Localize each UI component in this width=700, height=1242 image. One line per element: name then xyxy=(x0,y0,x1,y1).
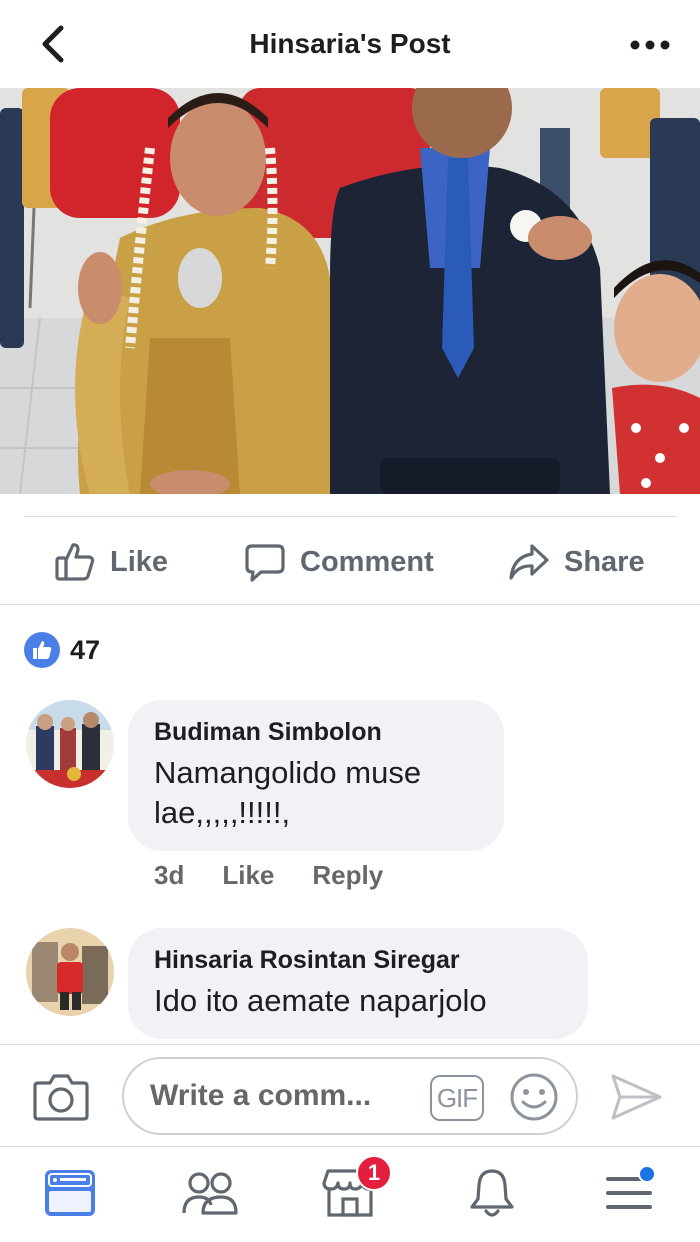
comment-composer: Write a comm... GIF xyxy=(0,1044,700,1146)
emoji-button[interactable] xyxy=(508,1071,560,1123)
send-button[interactable] xyxy=(608,1071,664,1123)
comment-like-button[interactable]: Like xyxy=(222,860,274,891)
smiley-icon xyxy=(510,1073,558,1121)
comment-meta: 3d Like Reply xyxy=(154,860,421,891)
nav-news-feed[interactable] xyxy=(38,1163,102,1223)
nav-menu[interactable] xyxy=(598,1163,662,1223)
comment-button[interactable]: Comment xyxy=(244,530,434,594)
like-reaction-icon xyxy=(24,632,60,668)
comment-text: Ido ito aemate naparjolo xyxy=(154,983,487,1018)
like-button[interactable]: Like xyxy=(54,530,168,594)
reaction-count: 47 xyxy=(70,634,101,665)
menu-notification-dot xyxy=(638,1165,656,1183)
comment-bubble[interactable]: Hinsaria Rosintan Siregar Ido ito aemate… xyxy=(128,928,588,1039)
nav-friends[interactable] xyxy=(178,1163,242,1223)
post-photo[interactable] xyxy=(0,88,700,494)
comment-label: Comment xyxy=(300,545,434,578)
comment-author[interactable]: Budiman Simbolon xyxy=(154,718,478,747)
avatar[interactable] xyxy=(26,700,114,788)
comment-bubble[interactable]: Budiman Simbolon Namangolido muse lae,,,… xyxy=(128,700,504,851)
nav-marketplace[interactable]: 1 xyxy=(318,1155,392,1223)
bell-icon xyxy=(470,1169,514,1217)
news-feed-icon xyxy=(45,1170,95,1216)
marketplace-badge: 1 xyxy=(356,1155,392,1191)
camera-button[interactable] xyxy=(32,1071,90,1123)
friends-icon xyxy=(182,1172,238,1215)
nav-notifications[interactable] xyxy=(460,1163,524,1223)
comment-input[interactable]: Write a comm... GIF xyxy=(122,1057,578,1135)
bottom-navigation: 1 xyxy=(0,1146,700,1242)
share-label: Share xyxy=(564,545,645,578)
comment-icon xyxy=(245,544,285,582)
share-icon xyxy=(509,544,549,580)
comment-input-placeholder: Write a comm... xyxy=(150,1079,372,1112)
comment-author[interactable]: Hinsaria Rosintan Siregar xyxy=(154,946,562,975)
like-label: Like xyxy=(110,545,169,578)
gif-button[interactable]: GIF xyxy=(430,1075,484,1121)
share-button[interactable]: Share xyxy=(508,530,645,594)
comment-text: Namangolido muse lae,,,,,!!!!!, xyxy=(154,755,422,830)
page-title: Hinsaria's Post xyxy=(249,28,451,59)
wedding-photo-illustration xyxy=(0,88,700,494)
divider xyxy=(0,604,700,605)
comment-timestamp: 3d xyxy=(154,860,185,890)
thumbs-up-icon xyxy=(55,543,95,581)
divider xyxy=(24,516,676,517)
send-icon xyxy=(611,1074,662,1120)
more-horizontal-icon xyxy=(630,40,670,50)
avatar[interactable] xyxy=(26,928,114,1016)
more-options-button[interactable] xyxy=(628,28,672,62)
comment-reply-button[interactable]: Reply xyxy=(312,860,383,891)
camera-icon xyxy=(33,1074,89,1121)
top-bar: Hinsaria's Post xyxy=(0,0,700,88)
reaction-summary[interactable]: 47 xyxy=(24,632,100,668)
post-action-bar: Like Comment Share xyxy=(0,530,700,594)
